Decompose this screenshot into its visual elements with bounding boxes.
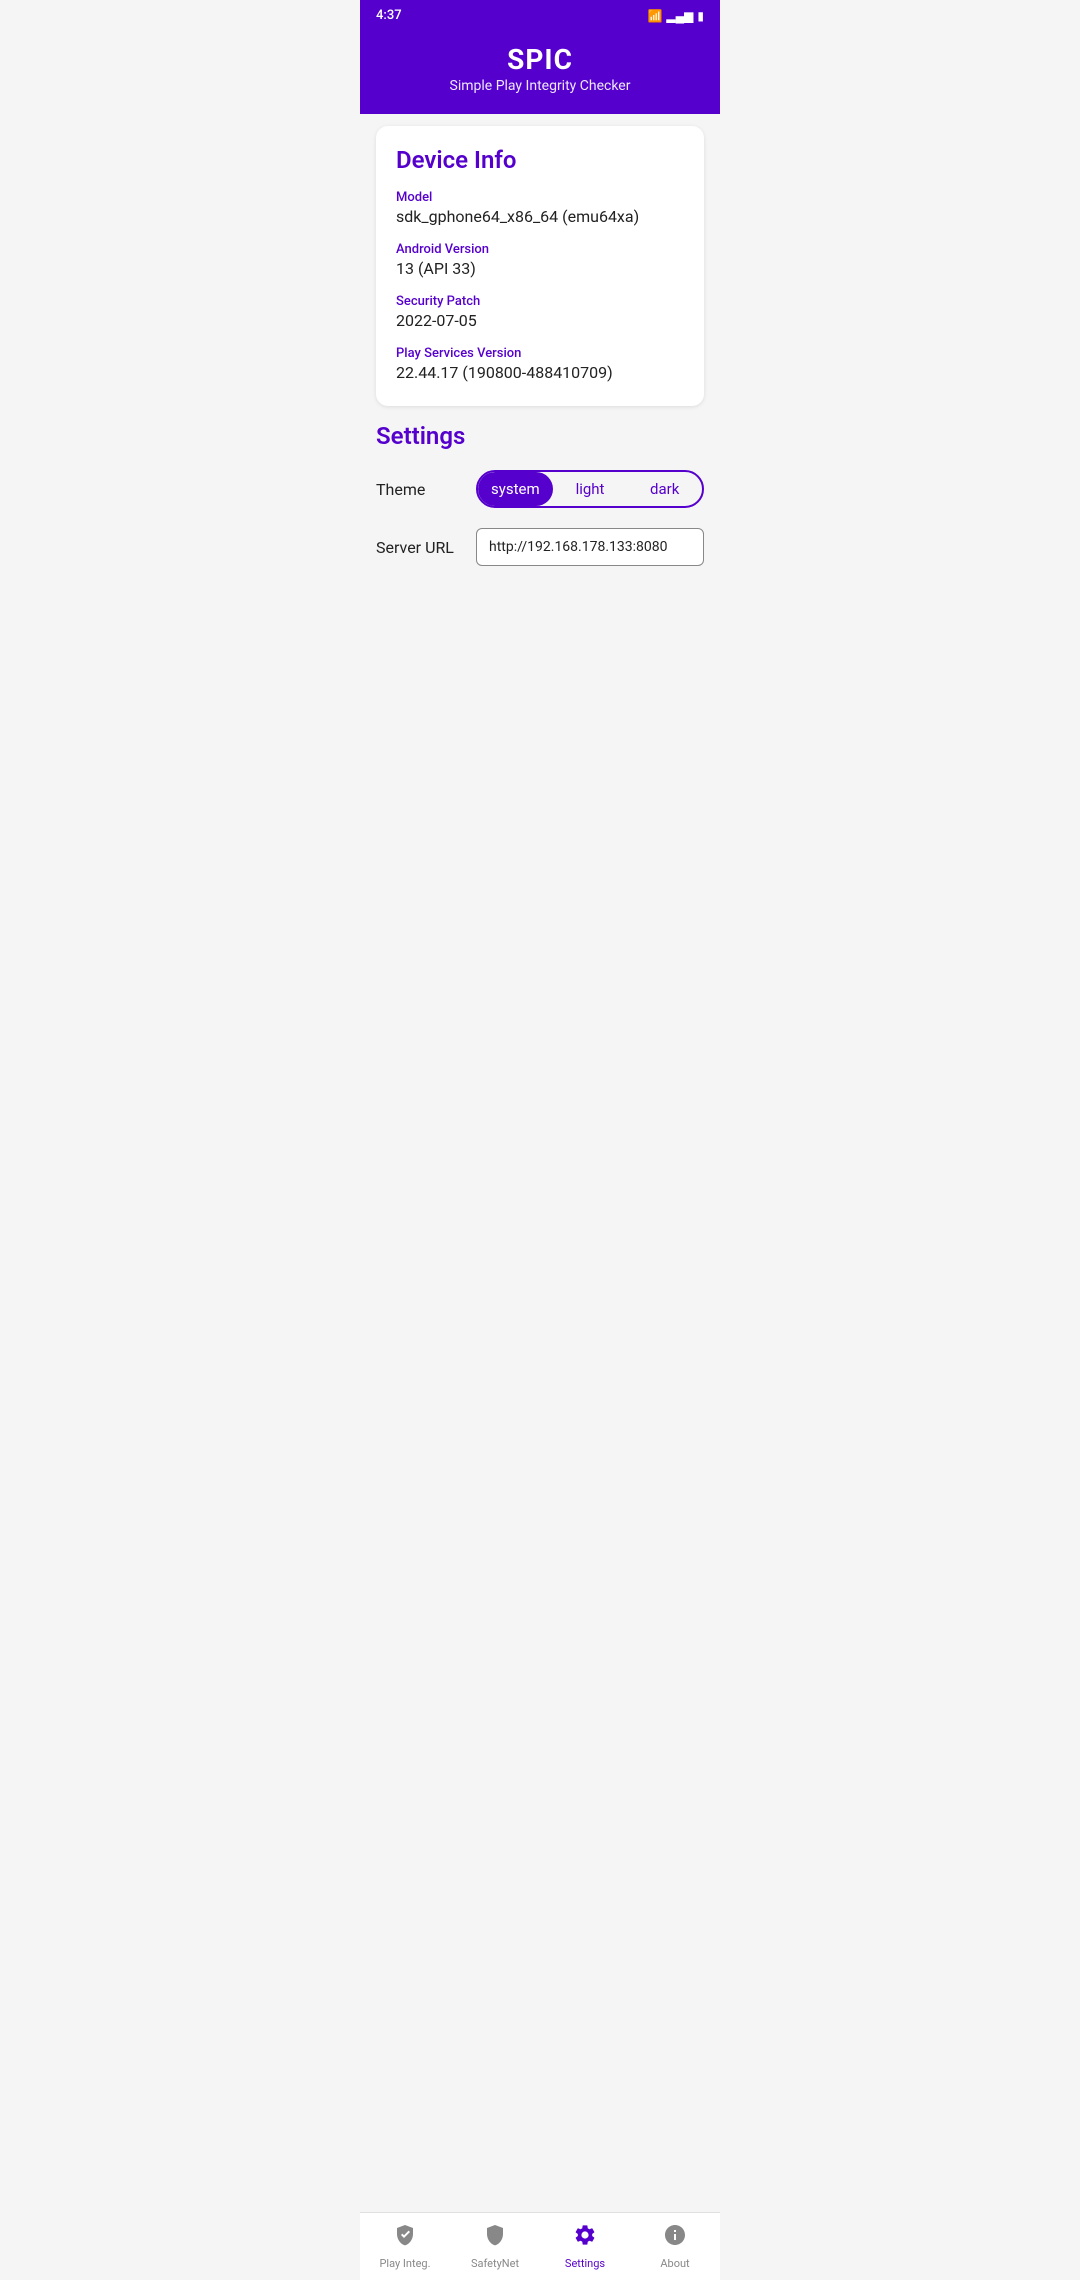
device-info-title: Device Info: [396, 146, 684, 174]
nav-label-settings: Settings: [565, 2257, 605, 2270]
nav-label-safetynet: SafetyNet: [471, 2257, 519, 2270]
nav-label-play-integ: Play Integ.: [379, 2257, 430, 2270]
theme-row: Theme system light dark: [376, 470, 704, 508]
server-url-label: Server URL: [376, 538, 476, 557]
device-info-model-value: sdk_gphone64_x86_64 (emu64xa): [396, 207, 684, 226]
settings-title: Settings: [376, 422, 704, 450]
gear-icon: [573, 2223, 597, 2253]
theme-option-light[interactable]: light: [553, 472, 628, 506]
shield-icon: [483, 2223, 507, 2253]
device-info-security-label: Security Patch: [396, 294, 684, 309]
status-icons: 📶 ▂▄▆ ▮: [647, 9, 704, 23]
app-subtitle: Simple Play Integrity Checker: [376, 78, 704, 94]
device-info-play-value: 22.44.17 (190800-488410709): [396, 363, 684, 382]
status-bar: 4:37 📶 ▂▄▆ ▮: [360, 0, 720, 31]
signal-icon: ▂▄▆: [666, 9, 693, 23]
content: Device Info Model sdk_gphone64_x86_64 (e…: [360, 114, 720, 714]
device-info-card: Device Info Model sdk_gphone64_x86_64 (e…: [376, 126, 704, 406]
nav-label-about: About: [660, 2257, 689, 2270]
theme-label: Theme: [376, 480, 476, 499]
info-icon: [663, 2223, 687, 2253]
server-url-row: Server URL: [376, 528, 704, 566]
device-info-play-label: Play Services Version: [396, 346, 684, 361]
nav-item-about[interactable]: About: [630, 2213, 720, 2280]
nav-item-settings[interactable]: Settings: [540, 2213, 630, 2280]
device-info-model-label: Model: [396, 190, 684, 205]
theme-toggle: system light dark: [476, 470, 704, 508]
device-info-android-value: 13 (API 33): [396, 259, 684, 278]
theme-option-system[interactable]: system: [478, 472, 553, 506]
wifi-icon: 📶: [647, 9, 662, 23]
theme-option-dark[interactable]: dark: [627, 472, 702, 506]
app-header: SPIC Simple Play Integrity Checker: [360, 31, 720, 114]
nav-item-safetynet[interactable]: SafetyNet: [450, 2213, 540, 2280]
app-title: SPIC: [376, 43, 704, 76]
device-info-security-value: 2022-07-05: [396, 311, 684, 330]
nav-item-play-integ[interactable]: Play Integ.: [360, 2213, 450, 2280]
status-time: 4:37: [376, 8, 402, 23]
server-url-input[interactable]: [476, 528, 704, 566]
battery-icon: ▮: [697, 9, 704, 23]
settings-section: Settings Theme system light dark Server …: [376, 422, 704, 566]
shield-check-icon: [393, 2223, 417, 2253]
bottom-nav: Play Integ. SafetyNet Settings About: [360, 2212, 720, 2280]
device-info-android-label: Android Version: [396, 242, 684, 257]
